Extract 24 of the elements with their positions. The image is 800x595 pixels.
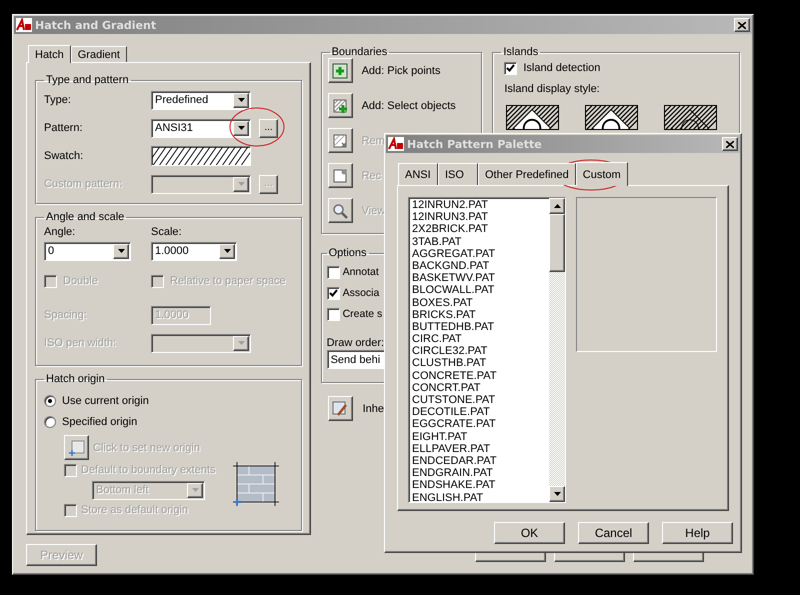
group-title: Angle and scale xyxy=(45,211,126,223)
field-label: Scale: xyxy=(151,226,183,238)
button-label: Inhe xyxy=(362,402,384,414)
group-title: Type and pattern xyxy=(45,74,130,86)
window-title: Hatch Pattern Palette xyxy=(407,138,543,150)
group-title: Boundaries xyxy=(330,46,388,58)
checkbox-label: Create s xyxy=(342,308,382,320)
button-label: Add: Pick points xyxy=(362,64,440,76)
group-title: Hatch origin xyxy=(45,373,106,385)
button-label: Add: Select objects xyxy=(362,100,456,112)
radio-label: Use current origin xyxy=(62,394,149,406)
field-label: Draw order: xyxy=(326,337,384,349)
field-label: Pattern: xyxy=(44,122,84,134)
group-title: Options xyxy=(328,247,368,259)
checkbox-label: Annotat xyxy=(342,266,379,278)
field-label: Island display style: xyxy=(504,83,600,95)
field-label: Type: xyxy=(44,94,72,106)
radio-label: Specified origin xyxy=(62,416,138,428)
field-label: Angle: xyxy=(44,226,76,238)
group-title: Islands xyxy=(502,46,540,58)
field-label: Swatch: xyxy=(44,150,84,162)
checkbox-label: Island detection xyxy=(523,62,600,74)
checkbox-label: Associa xyxy=(342,287,380,299)
window-title: Hatch and Gradient xyxy=(35,18,158,32)
